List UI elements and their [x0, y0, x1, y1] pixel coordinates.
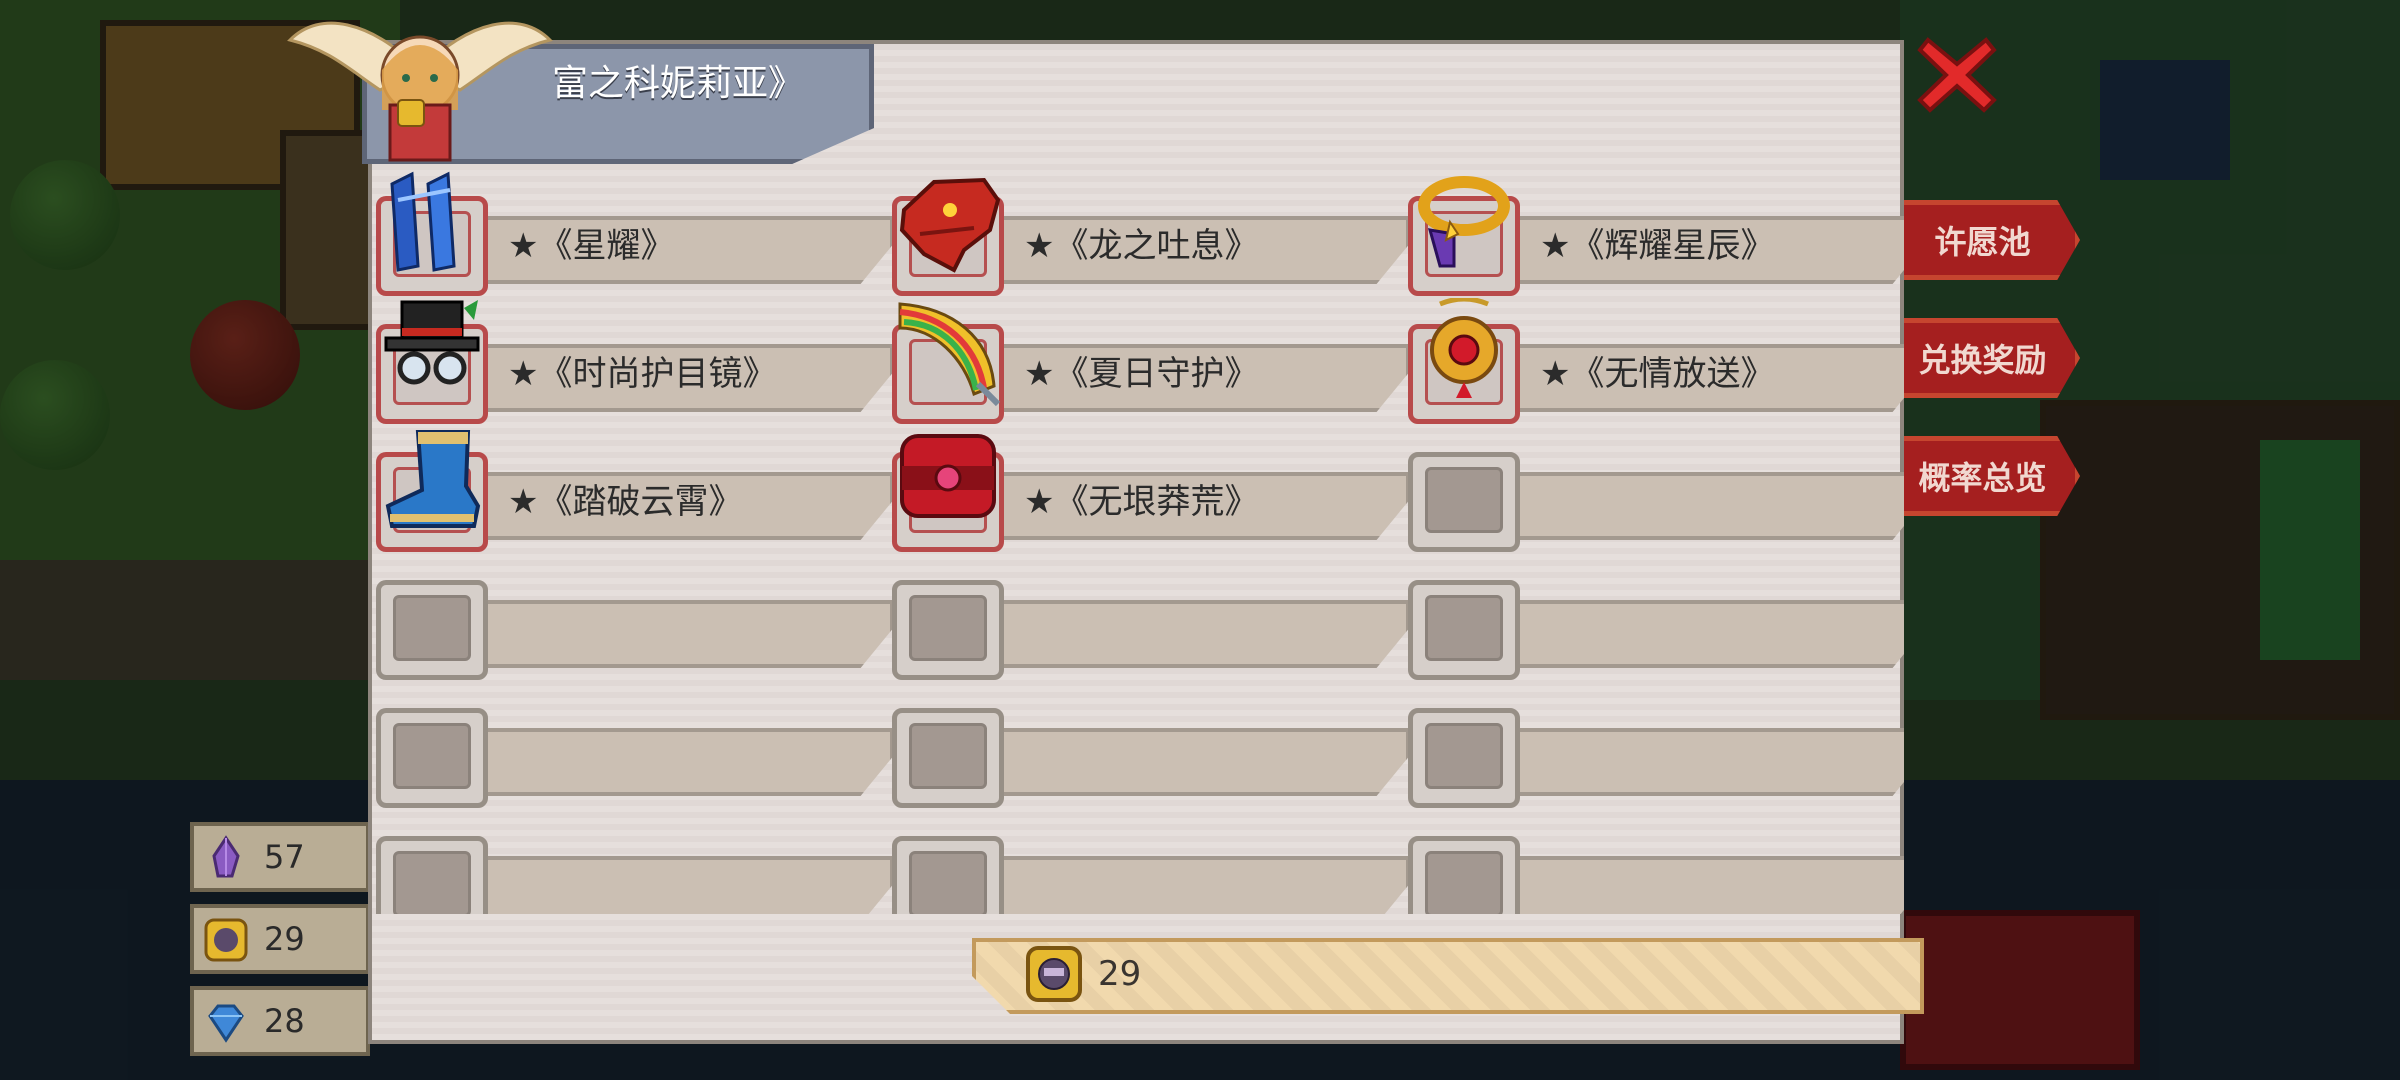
golden-amulet-icon [1430, 298, 1498, 398]
slot-inner [393, 851, 471, 914]
red-belt-icon [900, 434, 996, 518]
coin-token-icon [1026, 946, 1082, 1002]
winged-angel-portrait-icon [287, 21, 553, 162]
blue-gem-icon [208, 1004, 244, 1043]
gem-count: 28 [264, 1002, 305, 1040]
slot-inner [1425, 851, 1503, 914]
empty-slot [1408, 836, 1520, 914]
resource-gem: 28 [190, 986, 370, 1056]
blue-boot-icon [385, 430, 481, 528]
reward-item[interactable]: ★《星耀》 [376, 170, 894, 296]
item-name: ★《辉耀星辰》 [1540, 226, 1775, 266]
reward-item[interactable]: ★《无情放送》 [1408, 298, 1904, 424]
empty-slot [1408, 708, 1520, 808]
item-name: ★《夏日守护》 [1024, 354, 1259, 394]
reward-item-empty [376, 810, 894, 914]
reward-item[interactable]: ★《夏日守护》 [892, 298, 1410, 424]
reward-item[interactable]: ★《无垠莽荒》 [892, 426, 1410, 552]
item-name: ★《龙之吐息》 [1024, 226, 1259, 266]
reward-item-empty [1408, 426, 1904, 552]
rainbow-blade-icon [898, 302, 1001, 407]
item-name: ★《时尚护目镜》 [508, 354, 777, 394]
top-hat-goggles-icon [384, 300, 480, 385]
resource-coin: 29 [190, 904, 370, 974]
reward-item[interactable]: ★《龙之吐息》 [892, 170, 1410, 296]
wishing-pool-button[interactable]: 许愿池 [1890, 200, 2080, 280]
slot-inner [1425, 467, 1503, 533]
empty-slot [892, 580, 1004, 680]
reward-item-empty [892, 554, 1410, 680]
slot-inner [1425, 595, 1503, 661]
empty-slot [892, 836, 1004, 914]
empty-slot [376, 708, 488, 808]
reward-item[interactable]: ★《辉耀星辰》 [1408, 170, 1904, 296]
blue-pillar-icon [390, 171, 456, 272]
reward-grid[interactable]: ★《星耀》 ★《龙之吐息》 ★《辉耀星辰》 ★《时尚护目镜》 ★《夏日守护》 ★… [376, 170, 1904, 914]
coin-token-icon [204, 918, 248, 962]
reward-item-empty [892, 682, 1410, 808]
reward-item-empty [376, 682, 894, 808]
empty-slot [376, 836, 488, 914]
slot-inner [393, 723, 471, 789]
exchange-rewards-button[interactable]: 兑换奖励 [1890, 318, 2080, 398]
empty-slot [1408, 452, 1520, 552]
coin-balance: 29 [1098, 954, 1142, 994]
red-dragon-head-icon [899, 177, 1001, 273]
reward-item[interactable]: ★《时尚护目镜》 [376, 298, 894, 424]
empty-slot [376, 580, 488, 680]
probability-overview-button[interactable]: 概率总览 [1890, 436, 2080, 516]
empty-slot [892, 708, 1004, 808]
golden-ring-icon [1418, 176, 1510, 268]
slot-inner [1425, 723, 1503, 789]
panel-title: 富之科妮莉亚》 [552, 63, 805, 104]
coin-count: 29 [264, 920, 305, 958]
exchange-rewards-label: 兑换奖励 [1918, 341, 2047, 379]
reward-item[interactable]: ★《踏破云霄》 [376, 426, 894, 552]
reward-item-empty [1408, 810, 1904, 914]
item-name: ★《无情放送》 [1540, 354, 1775, 394]
reward-item-empty [892, 810, 1410, 914]
slot-inner [909, 851, 987, 914]
reward-item-empty [1408, 554, 1904, 680]
resource-crystal: 57 [190, 822, 370, 892]
slot-inner [909, 595, 987, 661]
wishing-pool-label: 许愿池 [1934, 223, 2031, 261]
slot-inner [909, 723, 987, 789]
close-icon[interactable] [1916, 34, 1998, 116]
item-name: ★《星耀》 [508, 226, 675, 266]
empty-slot [1408, 580, 1520, 680]
item-name: ★《踏破云霄》 [508, 482, 743, 522]
reward-item-empty [376, 554, 894, 680]
item-name: ★《无垠莽荒》 [1024, 482, 1259, 522]
crystal-count: 57 [264, 838, 305, 876]
slot-inner [393, 595, 471, 661]
reward-item-empty [1408, 682, 1904, 808]
probability-overview-label: 概率总览 [1918, 459, 2047, 497]
purple-crystal-icon [212, 835, 240, 878]
